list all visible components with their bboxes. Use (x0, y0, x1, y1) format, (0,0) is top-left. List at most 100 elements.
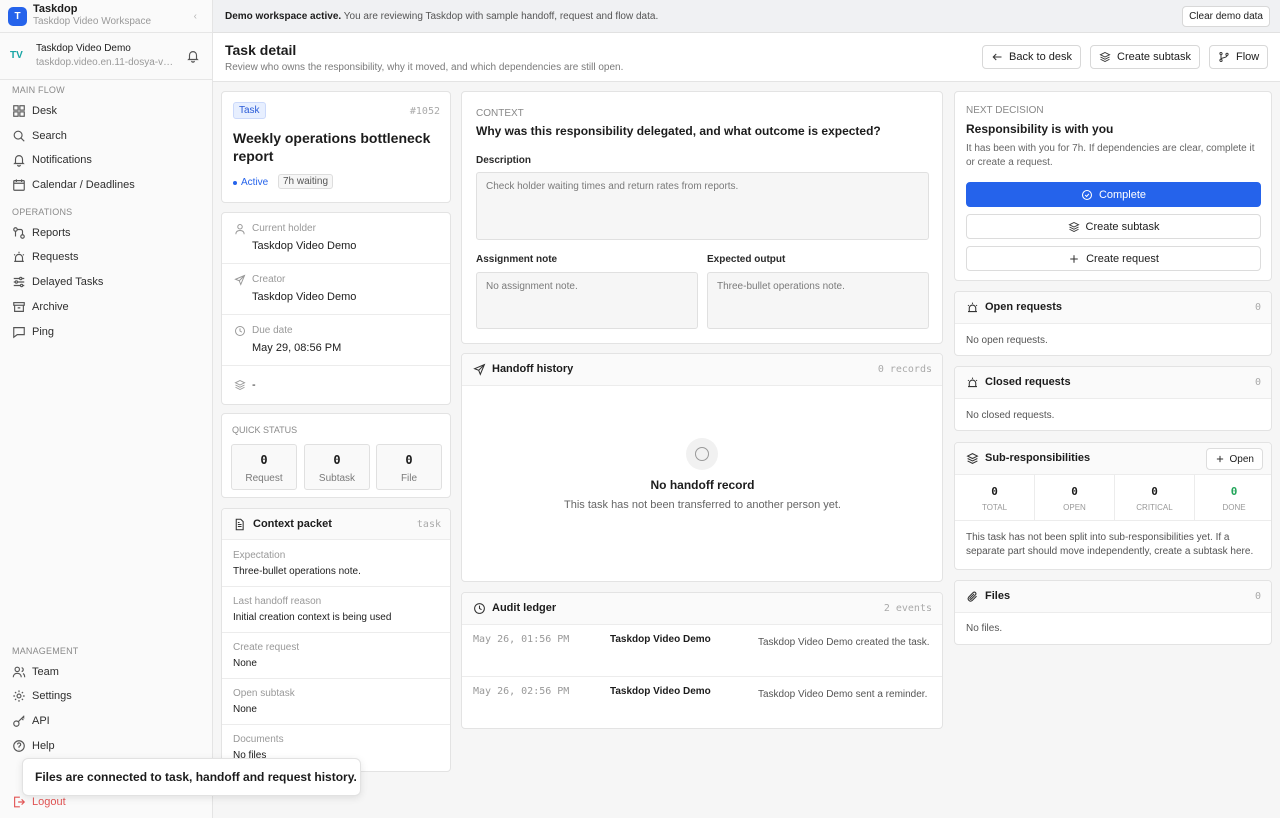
workspace-name: Taskdop (33, 3, 78, 15)
quick-status-title: QUICK STATUS (232, 425, 298, 435)
bell-icon (12, 153, 26, 167)
context-packet-card: Context packet task Expectation Three-bu… (221, 508, 451, 772)
sidebar-item-ping[interactable]: Ping (12, 323, 54, 341)
user-profile[interactable]: TV Taskdop Video Demo taskdop.video.en.1… (0, 33, 212, 80)
collapse-sidebar-icon[interactable]: ‹ (194, 11, 197, 22)
sidebar-item-settings[interactable]: Settings (12, 687, 72, 705)
sub-responsibilities-title: Sub-responsibilities (985, 452, 1091, 464)
document-icon (233, 518, 246, 531)
sidebar-item-search[interactable]: Search (12, 127, 67, 145)
sidebar-item-label: Help (32, 740, 55, 752)
files-empty: No files. (966, 623, 1003, 634)
sidebar-item-label: Settings (32, 690, 72, 702)
create-subtask-header-button[interactable]: Create subtask (1090, 45, 1200, 69)
sidebar-item-delayed-tasks[interactable]: Delayed Tasks (12, 273, 103, 291)
nav-section-operations: OPERATIONS (12, 207, 73, 217)
description-field[interactable]: Check holder waiting times and return ra… (476, 172, 929, 240)
next-decision-label: NEXT DECISION (966, 105, 1044, 116)
sliders-icon (12, 275, 26, 289)
audit-ledger-card: Audit ledger 2 events May 26, 01:56 PM T… (461, 592, 943, 729)
create-request-button[interactable]: Create request (966, 246, 1261, 271)
sidebar-item-label: Reports (32, 227, 71, 239)
sidebar-item-desk[interactable]: Desk (12, 102, 57, 120)
status-badge: Active (233, 177, 268, 188)
context-label: CONTEXT (476, 108, 524, 119)
open-requests-card: Open requests 0 No open requests. (954, 291, 1272, 356)
check-circle-icon (1081, 189, 1093, 201)
create-subtask-button[interactable]: Create subtask (966, 214, 1261, 239)
message-icon (12, 325, 26, 339)
context-packet-tag: task (416, 519, 441, 530)
sub-stat-done: 0 DONE (1195, 475, 1271, 521)
cp-last-handoff-reason: Last handoff reason Initial creation con… (222, 587, 450, 633)
sidebar-item-label: Delayed Tasks (32, 276, 104, 288)
workspace-switcher[interactable]: T Taskdop Taskdop Video Workspace ‹ (0, 0, 212, 33)
avatar: TV (10, 50, 23, 61)
sub-stat-total: 0 TOTAL (955, 475, 1035, 521)
user-name: Taskdop Video Demo (36, 43, 131, 54)
sidebar-item-calendar[interactable]: Calendar / Deadlines (12, 176, 135, 194)
cp-create-request: Create request None (222, 633, 450, 679)
sidebar-item-label: Desk (32, 105, 58, 117)
clock-icon (234, 325, 246, 337)
sidebar-item-label: Calendar / Deadlines (32, 179, 135, 191)
plus-icon (1215, 454, 1225, 464)
bell-icon[interactable] (186, 49, 200, 63)
files-title: Files (985, 590, 1011, 602)
back-to-desk-button[interactable]: Back to desk (982, 45, 1081, 69)
closed-requests-empty: No closed requests. (966, 410, 1055, 421)
nav-section-main-flow: MAIN FLOW (12, 85, 65, 95)
task-summary-card: Task #1052 Weekly operations bottleneck … (221, 91, 451, 203)
handoff-count: 0 records (877, 364, 932, 375)
sidebar: T Taskdop Taskdop Video Workspace ‹ TV T… (0, 0, 213, 818)
waiting-badge: 7h waiting (278, 174, 334, 189)
expected-output-field[interactable]: Three-bullet operations note. (707, 272, 929, 329)
sidebar-item-help[interactable]: Help (12, 737, 55, 755)
sidebar-item-label: Ping (32, 326, 55, 338)
files-card: Files 0 No files. (954, 580, 1272, 645)
help-icon (12, 739, 26, 753)
clear-demo-data-button[interactable]: Clear demo data (1182, 6, 1270, 27)
users-icon (12, 665, 26, 679)
clock-icon (473, 602, 486, 615)
layers-icon (1099, 51, 1111, 63)
plus-icon (1068, 253, 1080, 265)
page-header: Task detail Review who owns the responsi… (213, 33, 1280, 82)
flow-button[interactable]: Flow (1209, 45, 1269, 69)
open-subtask-button[interactable]: Open (1205, 448, 1263, 470)
sidebar-item-team[interactable]: Team (12, 663, 59, 681)
expected-output-label: Expected output (707, 254, 786, 265)
banner-strong: Demo workspace active. (225, 11, 342, 22)
workspace-logo: T (8, 7, 27, 26)
context-packet-title: Context packet (253, 518, 332, 530)
next-decision-text: It has been with you for 7h. If dependen… (966, 143, 1255, 168)
sidebar-item-requests[interactable]: Requests (12, 248, 78, 266)
description-label: Description (476, 155, 532, 166)
closed-requests-count: 0 (1254, 377, 1261, 388)
next-decision-card: NEXT DECISION Responsibility is with you… (954, 91, 1272, 281)
complete-button[interactable]: Complete (966, 182, 1261, 207)
cp-open-subtask: Open subtask None (222, 679, 450, 725)
gear-icon (12, 689, 26, 703)
siren-icon (966, 301, 979, 314)
cp-expectation: Expectation Three-bullet operations note… (222, 541, 450, 587)
meta-current-holder: Current holder Taskdop Video Demo (222, 213, 450, 264)
empty-state-text: This task has not been transferred to an… (564, 499, 841, 511)
quick-status-file: 0 File (376, 444, 442, 490)
audit-ledger-title: Audit ledger (492, 602, 557, 614)
sidebar-item-reports[interactable]: Reports (12, 224, 71, 242)
sidebar-item-label: Requests (32, 251, 79, 263)
banner-text: You are reviewing Taskdop with sample ha… (341, 11, 659, 22)
nav-section-management: MANAGEMENT (12, 646, 79, 656)
page-title: Task detail (225, 42, 297, 58)
sidebar-item-label: Logout (32, 796, 66, 808)
closed-requests-title: Closed requests (985, 376, 1071, 388)
sidebar-item-notifications[interactable]: Notifications (12, 151, 92, 169)
empty-state-icon (686, 438, 718, 470)
sidebar-item-label: Search (32, 130, 67, 142)
sidebar-item-api[interactable]: API (12, 712, 50, 730)
sidebar-item-archive[interactable]: Archive (12, 298, 69, 316)
meta-layers: - (222, 366, 450, 404)
assignment-note-field[interactable]: No assignment note. (476, 272, 698, 329)
sidebar-item-label: Archive (32, 301, 69, 313)
